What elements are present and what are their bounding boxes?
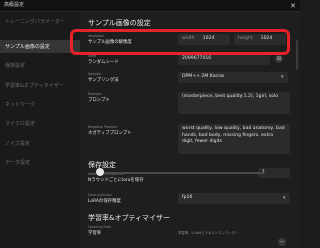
sidebar-item-lr-optimizer[interactable]: 学習率&オプティマイザー [5, 82, 64, 89]
lr-label-en: Learning Rate [88, 225, 111, 229]
prompts-label-en: Prompts [88, 92, 102, 96]
negative-label-en: Negative Prompts [88, 125, 118, 129]
sampler-label-jp: サンプリング法 [88, 78, 119, 83]
resolution-highlight [70, 29, 290, 55]
sampler-select[interactable]: DPM++ 2M Karras [178, 72, 288, 83]
seed-input[interactable]: 2099677016 [178, 54, 270, 65]
precision-label-jp: LoRAの保存精度 [88, 199, 121, 204]
save-every-label-jp: Nラウンドごとにloraを保存 [88, 178, 144, 183]
precision-select[interactable]: fp16 [178, 193, 290, 204]
sidebar-item-micro-settings[interactable]: マイクロ設定 [5, 120, 35, 127]
sidebar-item-data-settings[interactable]: データ設定 [5, 159, 30, 166]
title-bar: 高級設定 ✕ [0, 0, 300, 12]
minus-icon[interactable]: − [278, 238, 286, 246]
lr-description: 学習率。U-Netとテキストエンコーダー... [178, 231, 242, 235]
lr-label-jp: 学習率 [88, 231, 102, 236]
section-title-lr: 学習率&オプティマイザー [88, 214, 171, 222]
sidebar-item-sample-settings[interactable]: サンプル画像の設定 [0, 40, 80, 53]
sidebar-item-save-settings[interactable]: 保存設定 [5, 62, 25, 69]
precision-dropdown-icon[interactable]: ▾ [283, 195, 286, 201]
scrollbar[interactable] [296, 40, 298, 70]
sidebar-item-network[interactable]: ネットワーク [5, 101, 35, 108]
dice-icon[interactable]: ⚄ [275, 55, 283, 63]
close-icon[interactable]: ✕ [290, 0, 296, 12]
seed-label-jp: ランダムシード [88, 60, 119, 65]
window-title: 高級設定 [4, 2, 25, 8]
sampler-label-en: Sampler [88, 72, 102, 76]
sidebar-item-noise-settings[interactable]: ノイズ設定 [5, 140, 30, 147]
save-every-slider[interactable] [98, 172, 264, 174]
chevron-down-icon[interactable]: ▾ [281, 74, 284, 80]
negative-prompt-textarea[interactable]: worst quality, low quality, bad anatomy,… [178, 124, 290, 154]
sidebar: トレーニングパラメーター サンプル画像の設定 保存設定 学習率&オプティマイザー… [0, 12, 80, 248]
negative-label-jp: ネガティブプロンプト [88, 131, 132, 136]
prompt-textarea[interactable]: (masterpiece, best quality:1.2), 1girl, … [178, 92, 290, 114]
sidebar-item-training-params[interactable]: トレーニングパラメーター [5, 18, 65, 25]
save-every-slider-thumb[interactable] [96, 168, 104, 176]
section-title-sample: サンプル画像の設定 [88, 19, 151, 27]
prompts-label-jp: プロンプト [88, 98, 110, 103]
precision-label-en: Save precision [88, 193, 113, 197]
